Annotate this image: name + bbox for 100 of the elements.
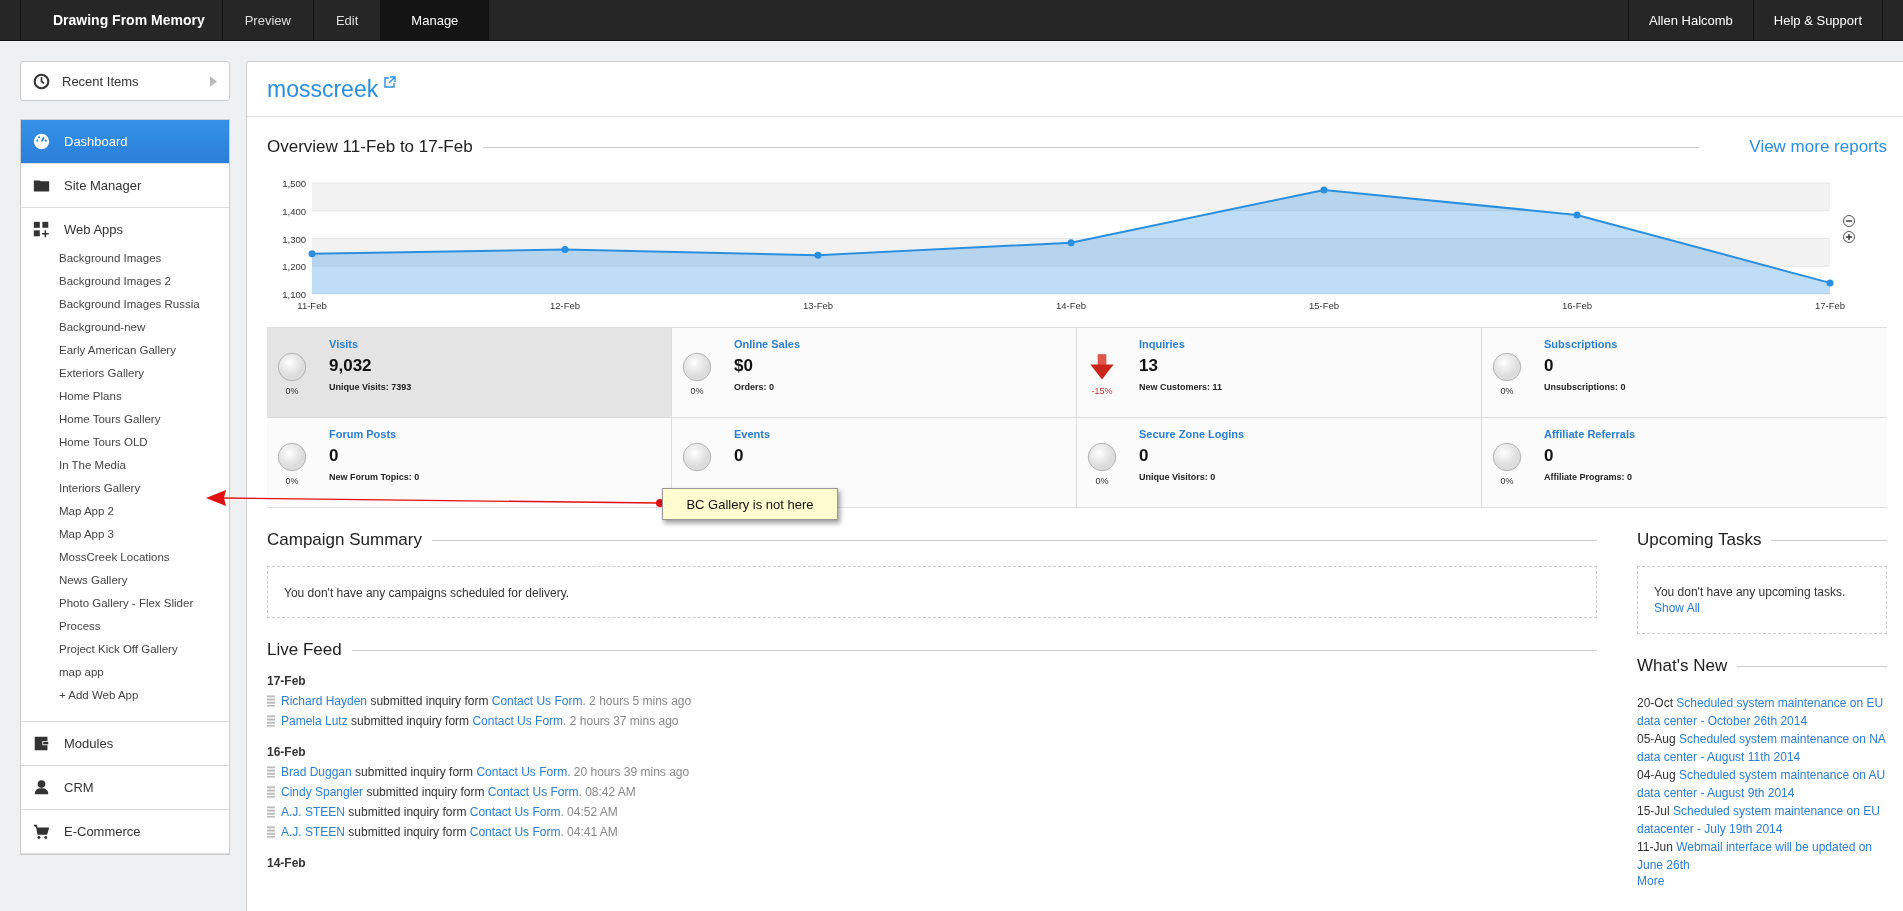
news-item[interactable]: 15-Jul Scheduled system maintenance on EU datacenter - July 19th 2014 (1637, 802, 1887, 838)
nav-item[interactable]: Modules (21, 722, 229, 765)
web-app-link[interactable]: Process (59, 615, 209, 638)
person-link[interactable]: Pamela Lutz (281, 714, 348, 728)
circle-icon (1087, 442, 1117, 472)
percent-change: 0% (1500, 476, 1514, 486)
stat-tile[interactable]: 0% Visits 9,032 Unique Visits: 7393 (267, 328, 672, 418)
feed-date: 16-Feb (267, 745, 307, 759)
add-web-app-link[interactable]: + Add Web App (59, 684, 209, 707)
stat-detail: Unique Visitors: 0 (1139, 472, 1216, 482)
nav-item[interactable]: Dashboard (21, 120, 229, 163)
stat-title[interactable]: Events (734, 428, 771, 440)
circle-icon (277, 352, 307, 382)
data-point (1067, 239, 1075, 247)
nav-item[interactable]: CRM (21, 766, 229, 809)
stat-title[interactable]: Subscriptions (1544, 338, 1618, 350)
axis-label: 1,400 (282, 205, 306, 217)
data-point (814, 251, 822, 259)
top-link[interactable]: Help & Support (1752, 0, 1883, 40)
axis-label: 13-Feb (802, 300, 834, 311)
news-item[interactable]: 05-Aug Scheduled system maintenance on NA data center - August 11th 2014 (1637, 730, 1887, 766)
person-link[interactable]: Brad Duggan (281, 765, 352, 779)
web-app-link[interactable]: Background-new (59, 316, 209, 339)
cart-icon (33, 823, 50, 840)
stat-title[interactable]: Inquiries (1139, 338, 1185, 350)
list-icon (267, 806, 275, 818)
web-app-link[interactable]: News Gallery (59, 569, 209, 592)
more-link[interactable]: More (1637, 874, 1665, 888)
web-app-link[interactable]: Project Kick Off Gallery (59, 638, 209, 661)
web-app-link[interactable]: Home Tours OLD (59, 431, 209, 454)
web-app-link[interactable]: Map App 2 (59, 500, 209, 523)
feed-entry: Cindy Spangler submitted inquiry form Contact Us Form. 08:42 AM (281, 785, 636, 799)
web-app-link[interactable]: map app (59, 661, 209, 684)
stat-title[interactable]: Secure Zone Logins (1139, 428, 1245, 440)
data-point (561, 246, 569, 254)
view-reports-link[interactable]: View more reports (1749, 137, 1887, 157)
web-app-link[interactable]: MossCreek Locations (59, 546, 209, 569)
feed-entry: Brad Duggan submitted inquiry form Contact Us Form. 20 hours 39 mins ago (281, 765, 690, 779)
percent-change: 0% (690, 386, 704, 396)
web-app-link[interactable]: Exteriors Gallery (59, 362, 209, 385)
stat-title[interactable]: Affiliate Referrals (1544, 428, 1636, 440)
person-link[interactable]: A.J. STEEN (281, 805, 345, 819)
stat-title[interactable]: Forum Posts (329, 428, 397, 440)
stat-value: 9,032 (329, 356, 372, 376)
stat-detail: Unique Visits: 7393 (329, 382, 412, 392)
stat-detail: New Customers: 11 (1139, 382, 1223, 392)
axis-label: 1,100 (282, 289, 306, 300)
data-point (308, 250, 316, 258)
module-icon (33, 735, 50, 752)
person-link[interactable]: A.J. STEEN (281, 825, 345, 839)
stat-title[interactable]: Online Sales (734, 338, 801, 350)
circle-icon (682, 442, 712, 472)
axis-label: 12-Feb (549, 300, 581, 311)
nav-tab[interactable]: Manage (381, 0, 490, 40)
web-app-link[interactable]: Interiors Gallery (59, 477, 209, 500)
zoom-in-icon[interactable] (1843, 231, 1855, 243)
stat-tile[interactable]: 0% Affiliate Referrals 0 Affiliate Programs: 0 (1482, 418, 1887, 508)
person-link[interactable]: Richard Hayden (281, 694, 368, 708)
web-app-link[interactable]: Photo Gallery - Flex Slider (59, 592, 209, 615)
nav-item[interactable]: E-Commerce (21, 810, 229, 853)
section-title: Overview 11-Feb to 17-Feb (267, 137, 473, 157)
web-app-link[interactable]: Home Plans (59, 385, 209, 408)
data-point (1320, 186, 1328, 194)
stat-tile[interactable]: 0% Forum Posts 0 New Forum Topics: 0 (267, 418, 672, 508)
person-link[interactable]: Cindy Spangler (281, 785, 364, 799)
feed-entry: Richard Hayden submitted inquiry form Contact Us Form. 2 hours 5 mins ago (281, 694, 692, 708)
brand-title: Drawing From Memory (20, 0, 223, 40)
axis-label: 11-Feb (297, 300, 327, 311)
nav-tab[interactable]: Preview (222, 0, 314, 40)
gauge-icon (33, 133, 50, 150)
person-icon (33, 779, 50, 796)
stat-value: 0 (329, 446, 339, 466)
web-app-link[interactable]: Early American Gallery (59, 339, 209, 362)
stat-tile[interactable]: 0% Online Sales $0 Orders: 0 (672, 328, 1077, 418)
news-item[interactable]: 20-Oct Scheduled system maintenance on EU data center - October 26th 2014 (1637, 694, 1887, 730)
zoom-out-icon[interactable] (1843, 215, 1855, 227)
stat-tile[interactable]: 0% Subscriptions 0 Unsubscriptions: 0 (1482, 328, 1887, 418)
percent-change: 0% (1095, 476, 1109, 486)
news-item[interactable]: 11-Jun Webmail interface will be updated on June 26th (1637, 838, 1887, 874)
circle-icon (682, 352, 712, 382)
list-icon (267, 766, 275, 778)
percent-change: 0% (285, 386, 299, 396)
web-app-link[interactable]: Background Images 2 (59, 270, 209, 293)
top-link[interactable]: Allen Halcomb (1628, 0, 1753, 40)
stat-value: 13 (1139, 356, 1158, 376)
recent-items-button[interactable]: Recent Items (20, 61, 230, 101)
show-all-link[interactable]: Show All (1654, 601, 1701, 615)
stat-tile[interactable]: -15% Inquiries 13 New Customers: 11 (1077, 328, 1482, 418)
web-app-link[interactable]: In The Media (59, 454, 209, 477)
nav-item[interactable]: Site Manager (21, 164, 229, 207)
web-app-link[interactable]: Home Tours Gallery (59, 408, 209, 431)
stat-detail: New Forum Topics: 0 (329, 472, 420, 482)
web-app-link[interactable]: Map App 3 (59, 523, 209, 546)
list-icon (267, 715, 275, 727)
news-item[interactable]: 04-Aug Scheduled system maintenance on AU data center - August 9th 2014 (1637, 766, 1887, 802)
feed-entry: A.J. STEEN submitted inquiry form Contact Us Form. 04:41 AM (281, 825, 618, 839)
data-point (1826, 279, 1834, 287)
stat-tile[interactable]: 0% Secure Zone Logins 0 Unique Visitors: 0 (1077, 418, 1482, 508)
web-app-link[interactable]: Background Images Russia (59, 293, 209, 316)
axis-label: 1,500 (282, 178, 306, 189)
